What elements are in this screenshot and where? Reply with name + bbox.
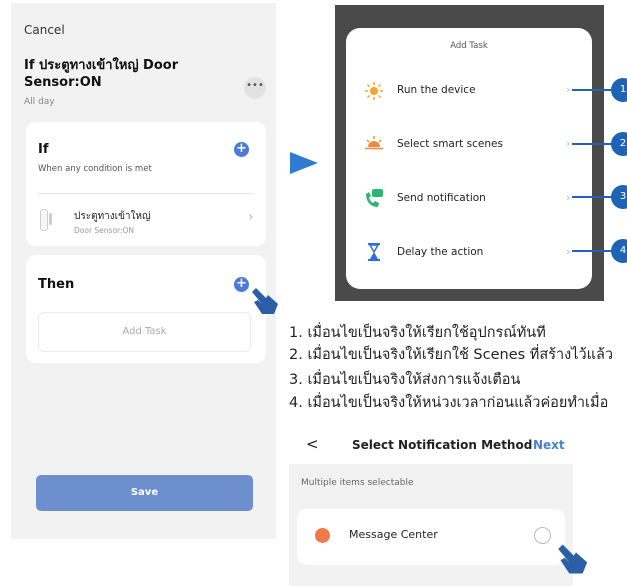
condition-mode-dropdown[interactable]: When any condition is met: [38, 164, 152, 174]
phone-message-icon: [366, 189, 383, 207]
description-line-4: 4. เมื่อนไขเป็นจริงให้หน่วงเวลาก่อนแล้วค…: [289, 395, 609, 411]
save-button[interactable]: Save: [36, 475, 253, 511]
callout-badge-2: 2: [611, 132, 627, 156]
callout-badge-4: 4: [611, 239, 627, 263]
cancel-link[interactable]: Cancel: [24, 23, 65, 37]
notification-method-panel: Multiple items selectable Message Center: [289, 464, 573, 586]
rule-editor-screen: Cancel If ประตูทางเข้าใหญ่ Door Sensor:O…: [11, 3, 276, 539]
more-options-button[interactable]: •••: [244, 77, 266, 99]
option-smart-scenes[interactable]: Select smart scenes ›: [346, 126, 592, 162]
description-line-1: 1. เมื่อนไขเป็นจริงให้เรียกใช้อุปกรณ์ทัน…: [289, 325, 546, 341]
tap-hand-icon: [558, 544, 588, 574]
chevron-right-icon: ›: [566, 245, 571, 258]
add-condition-button[interactable]: +: [234, 142, 249, 157]
condition-row[interactable]: ประตูทางเข้าใหญ่ Door Sensor:ON ›: [26, 194, 266, 244]
device-status: Door Sensor:ON: [74, 226, 135, 235]
chevron-right-icon: ›: [566, 137, 571, 150]
door-sensor-magnet-icon: [49, 213, 52, 225]
callout-badge-3: 3: [611, 185, 627, 209]
modal-title: Add Task: [450, 41, 488, 51]
rule-title: If ประตูทางเข้าใหญ่ Door Sensor:ON: [24, 58, 179, 90]
option-label: Run the device: [397, 84, 476, 96]
chevron-right-icon: ›: [248, 209, 254, 225]
description-line-3: 3. เมื่อนไขเป็นจริงให้ส่งการแจ้งเตือน: [289, 372, 521, 388]
door-sensor-icon: [40, 209, 48, 231]
then-heading: Then: [38, 277, 75, 292]
back-button[interactable]: <: [306, 435, 319, 453]
page-title: Select Notification Method: [352, 438, 533, 452]
message-center-label: Message Center: [349, 528, 438, 541]
option-delay-action[interactable]: Delay the action ›: [346, 234, 592, 270]
option-send-notification[interactable]: Send notification ›: [346, 180, 592, 216]
option-label: Select smart scenes: [397, 138, 503, 150]
sun-icon: [365, 82, 383, 100]
callout-badge-1: 1: [611, 78, 627, 102]
selection-hint: Multiple items selectable: [301, 478, 414, 488]
option-label: Send notification: [397, 192, 486, 204]
schedule-label: All day: [24, 97, 55, 107]
add-task-button[interactable]: Add Task: [38, 312, 251, 352]
if-heading: If: [38, 142, 49, 157]
chevron-right-icon: ›: [566, 191, 571, 204]
if-condition-card: If When any condition is met + ประตูทางเ…: [26, 122, 266, 246]
message-center-checkbox[interactable]: [534, 527, 551, 544]
chevron-right-icon: ›: [566, 83, 571, 96]
next-button[interactable]: Next: [533, 438, 565, 452]
option-label: Delay the action: [397, 246, 484, 258]
tap-hand-icon: [252, 288, 278, 314]
hourglass-icon: [368, 243, 380, 261]
description-line-2: 2. เมื่อนไขเป็นจริงให้เรียกใช้ Scenes ที…: [289, 347, 614, 363]
option-run-device[interactable]: Run the device ›: [346, 72, 592, 108]
then-action-card: Then + Add Task: [26, 255, 266, 363]
device-name: ประตูทางเข้าใหญ่: [74, 211, 151, 222]
message-center-item[interactable]: Message Center: [297, 509, 565, 565]
message-center-icon: [315, 528, 330, 543]
sunrise-icon: [365, 136, 383, 150]
arrow-right-icon: [290, 152, 318, 174]
add-task-modal: Add Task Run the device › Select smart s…: [346, 28, 592, 289]
add-action-button[interactable]: +: [234, 277, 249, 292]
